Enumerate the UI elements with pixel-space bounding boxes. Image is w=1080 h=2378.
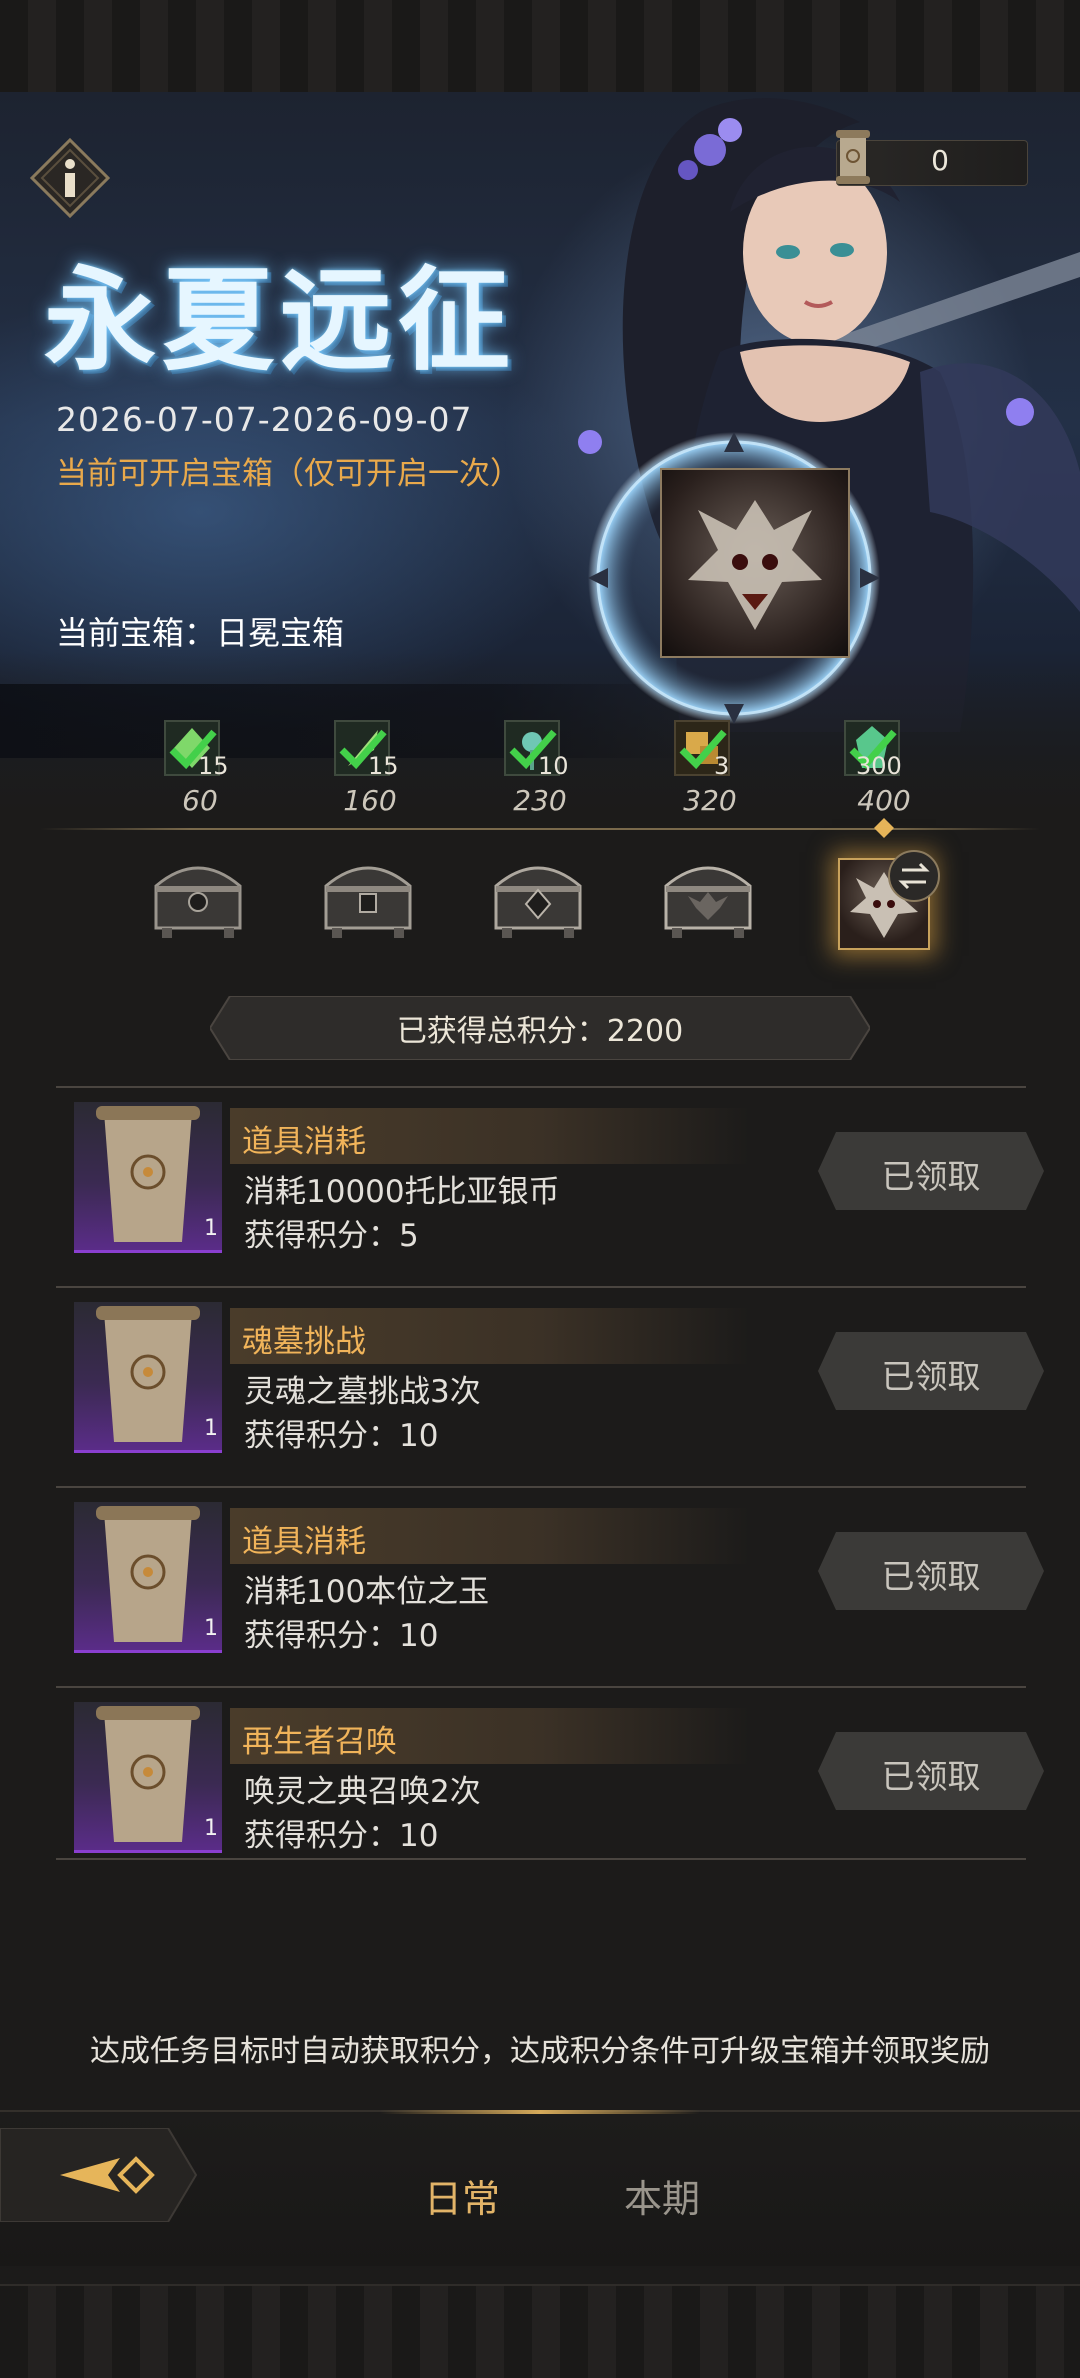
milestone-2-count: 15 [368, 752, 399, 780]
task-1-points: 获得积分：5 [244, 1218, 419, 1254]
task-2-reward-thumb[interactable] [74, 1302, 222, 1453]
task-4-desc: 唤灵之典召唤2次 [244, 1774, 481, 1810]
scroll-icon [96, 1106, 200, 1242]
chest-2-icon[interactable] [316, 846, 420, 946]
task-divider [56, 1858, 1026, 1860]
milestone-2-score: 160 [343, 784, 397, 817]
task-4-reward-thumb[interactable] [74, 1702, 222, 1853]
task-divider [56, 1086, 1026, 1088]
task-divider [56, 1686, 1026, 1688]
dragon-skull-icon [688, 500, 822, 630]
chest-4-icon[interactable] [656, 846, 760, 946]
task-4-claimed-button[interactable]: 已领取 [818, 1750, 1044, 1798]
event-dates: 2026-07-07-2026-09-07 [56, 400, 473, 439]
milestone-1-score: 60 [182, 784, 218, 817]
task-2-claimed-button[interactable]: 已领取 [818, 1350, 1044, 1398]
task-3-desc: 消耗100本位之玉 [244, 1574, 490, 1610]
scroll-icon [96, 1506, 200, 1642]
scroll-icon [96, 1706, 200, 1842]
task-2-qty: 1 [204, 1416, 218, 1441]
total-points-label: 已获得总积分：2200 [396, 1014, 684, 1049]
track-marker-icon [874, 818, 894, 838]
task-3-title: 道具消耗 [242, 1524, 366, 1560]
milestone-3-score: 230 [513, 784, 567, 817]
task-4-points: 获得积分：10 [244, 1818, 439, 1854]
milestone-4-count: 3 [714, 752, 730, 780]
task-1-desc: 消耗10000托比亚银币 [244, 1174, 560, 1210]
footer-hint: 达成任务目标时自动获取积分，达成积分条件可升级宝箱并领取奖励 [90, 2034, 990, 2069]
tab-this-period[interactable]: 本期 [624, 2168, 700, 2223]
top-ornament [0, 0, 1080, 94]
milestone-5-score: 400 [857, 784, 911, 817]
scroll-icon [836, 130, 870, 184]
tab-daily[interactable]: 日常 [424, 2168, 500, 2223]
back-button[interactable] [0, 2128, 200, 2222]
milestone-5-count: 300 [856, 752, 902, 780]
chest-1-icon[interactable] [146, 846, 250, 946]
task-1-qty: 1 [204, 1216, 218, 1241]
task-divider [56, 1486, 1026, 1488]
task-3-points: 获得积分：10 [244, 1618, 439, 1654]
milestone-3-count: 10 [538, 752, 569, 780]
milestone-1-count: 15 [198, 752, 229, 780]
task-1-reward-thumb[interactable] [74, 1102, 222, 1253]
task-2-points: 获得积分：10 [244, 1418, 439, 1454]
current-chest-item[interactable] [660, 468, 850, 658]
task-4-title: 再生者召唤 [242, 1724, 397, 1760]
task-2-desc: 灵魂之墓挑战3次 [244, 1374, 481, 1410]
chest-notice: 当前可开启宝箱（仅可开启一次） [56, 456, 521, 492]
task-divider [56, 1286, 1026, 1288]
chest-3-icon[interactable] [486, 846, 590, 946]
task-4-qty: 1 [204, 1816, 218, 1841]
nav-glow [380, 2110, 700, 2114]
info-icon[interactable] [30, 138, 110, 218]
task-1-claimed-button[interactable]: 已领取 [818, 1150, 1044, 1198]
task-3-qty: 1 [204, 1616, 218, 1641]
milestone-4-score: 320 [683, 784, 737, 817]
bottom-ornament [0, 2284, 1080, 2378]
event-title: 永夏远征 [44, 255, 516, 386]
swap-icon[interactable] [888, 850, 940, 902]
currency-value: 0 [931, 144, 949, 177]
scroll-icon [96, 1306, 200, 1442]
task-2-title: 魂墓挑战 [242, 1324, 366, 1360]
task-3-reward-thumb[interactable] [74, 1502, 222, 1653]
current-chest-label: 当前宝箱：日冕宝箱 [56, 614, 345, 652]
task-1-title: 道具消耗 [242, 1124, 366, 1160]
task-3-claimed-button[interactable]: 已领取 [818, 1550, 1044, 1598]
